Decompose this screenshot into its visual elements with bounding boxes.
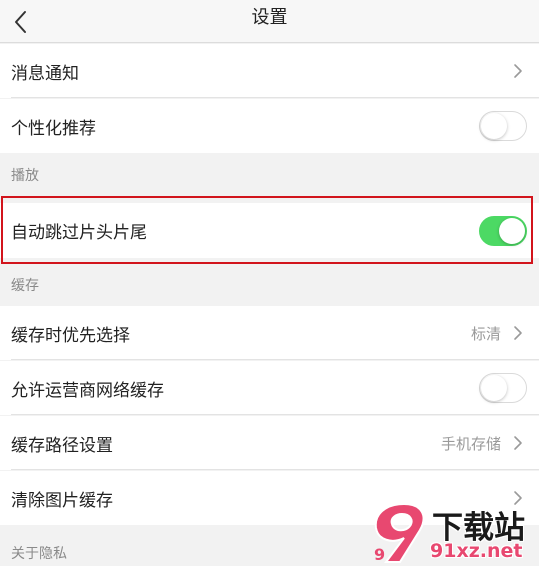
settings-screen: 设置 消息通知 个性化推荐 播放 自动跳过片头片尾 缓存 缓存时优先选择 标清	[0, 0, 539, 566]
page-title: 设置	[251, 7, 288, 28]
skip-intro-outro-label: 自动跳过片头片尾	[11, 223, 147, 243]
chevron-right-icon	[514, 436, 522, 450]
divider	[11, 469, 539, 470]
notifications-row[interactable]: 消息通知	[0, 44, 539, 98]
toggle-knob	[481, 113, 507, 139]
skip-intro-outro-toggle[interactable]	[479, 215, 527, 246]
personalized-recommend-toggle[interactable]	[479, 111, 527, 141]
divider	[11, 359, 539, 360]
carrier-network-cache-label: 允许运营商网络缓存	[11, 380, 164, 401]
toggle-knob	[481, 375, 507, 401]
cache-priority-value: 标清	[470, 324, 501, 343]
clear-image-cache-label: 清除图片缓存	[11, 490, 113, 511]
section-header-privacy: 关于隐私	[0, 525, 539, 566]
cache-priority-row[interactable]: 缓存时优先选择 标清	[0, 306, 539, 360]
toggle-knob	[499, 217, 525, 244]
section-title-playback: 播放	[11, 167, 39, 184]
clear-image-cache-row[interactable]: 清除图片缓存	[0, 471, 539, 525]
notifications-label: 消息通知	[11, 63, 79, 84]
cache-priority-label: 缓存时优先选择	[11, 325, 130, 346]
personalized-recommend-row: 个性化推荐	[0, 99, 539, 153]
section-header-playback: 播放	[0, 153, 539, 196]
cache-path-row[interactable]: 缓存路径设置 手机存储	[0, 416, 539, 470]
cache-path-value: 手机存储	[440, 434, 501, 453]
carrier-network-cache-row: 允许运营商网络缓存	[0, 361, 539, 415]
divider	[11, 97, 539, 98]
section-header-cache: 缓存	[0, 264, 539, 306]
chevron-right-icon	[514, 326, 522, 340]
personalized-recommend-label: 个性化推荐	[11, 118, 96, 139]
cache-path-label: 缓存路径设置	[11, 435, 113, 456]
carrier-network-cache-toggle[interactable]	[479, 373, 527, 403]
chevron-right-icon	[514, 64, 522, 78]
top-nav-bar: 设置	[0, 0, 539, 43]
chevron-right-icon	[514, 491, 522, 505]
section-title-privacy: 关于隐私	[11, 546, 67, 562]
divider	[11, 414, 539, 415]
section-title-cache: 缓存	[11, 278, 39, 294]
skip-intro-outro-row: 自动跳过片头片尾	[0, 203, 539, 258]
